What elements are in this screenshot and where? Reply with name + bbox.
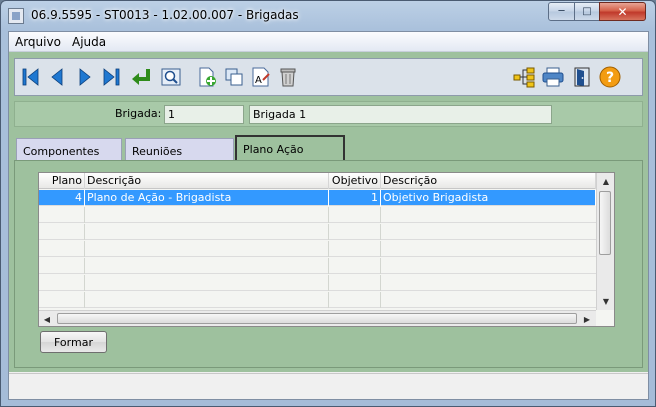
column-header-plano[interactable]: Plano [39,173,85,189]
column-header-descricao[interactable]: Descrição [85,173,329,189]
empty-cell [329,258,381,274]
table-row-empty[interactable] [39,207,596,223]
first-record-icon[interactable] [18,64,44,90]
previous-record-icon[interactable] [44,64,70,90]
window-title: 06.9.5595 - ST0013 - 1.02.00.007 - Briga… [31,8,299,22]
scroll-right-icon[interactable]: ▶ [579,311,595,326]
tree-icon[interactable] [511,64,537,90]
scroll-up-icon[interactable]: ▲ [598,173,614,189]
empty-cell [85,275,329,291]
svg-text:A: A [255,75,262,86]
copy-icon[interactable] [221,64,247,90]
enter-icon[interactable] [128,64,154,90]
plano-acao-grid[interactable]: Plano Descrição Objetivo Descrição 4 Pla… [38,172,615,327]
client-area: Arquivo Ajuda A ? Brigada: 1 Brigada 1 C… [8,31,649,400]
empty-cell [329,241,381,257]
application-window: 06.9.5595 - ST0013 - 1.02.00.007 - Briga… [0,0,656,407]
cell-objetivo-descricao: Objetivo Brigadista [381,190,596,206]
cell-descricao: Plano de Ação - Brigadista [85,190,329,206]
horizontal-scrollbar[interactable]: ◀ ▶ [39,310,596,326]
vertical-scrollbar[interactable]: ▲ ▼ [596,173,614,310]
search-icon[interactable] [158,64,184,90]
scroll-down-icon[interactable]: ▼ [598,293,614,309]
empty-cell [39,292,85,308]
vertical-scroll-thumb[interactable] [599,191,611,255]
minimize-button[interactable]: ─ [548,2,575,21]
empty-cell [85,207,329,223]
delete-icon[interactable] [275,64,301,90]
new-record-icon[interactable] [194,64,220,90]
empty-cell [329,292,381,308]
horizontal-scroll-thumb[interactable] [57,313,577,324]
menu-arquivo[interactable]: Arquivo [15,35,61,49]
empty-cell [85,241,329,257]
table-row-empty[interactable] [39,258,596,274]
column-header-objetivo[interactable]: Objetivo [329,173,381,189]
empty-cell [329,207,381,223]
brigada-label: Brigada: [115,107,162,120]
menu-ajuda[interactable]: Ajuda [72,35,106,49]
menu-bar: Arquivo Ajuda [9,32,648,52]
tab-content: Plano Descrição Objetivo Descrição 4 Pla… [14,160,643,368]
tab-reunioes[interactable]: Reuniões [125,138,234,160]
print-icon[interactable] [540,64,566,90]
empty-cell [39,207,85,223]
table-row-empty[interactable] [39,292,596,308]
formar-button-label: Formar [54,335,93,349]
formar-button[interactable]: Formar [40,331,107,353]
cell-plano: 4 [39,190,85,206]
empty-cell [329,275,381,291]
empty-cell [85,224,329,240]
grid-header: Plano Descrição Objetivo Descrição [39,173,596,189]
empty-cell [39,258,85,274]
table-row-empty[interactable] [39,241,596,257]
maximize-icon: □ [582,6,592,17]
close-icon: ✕ [617,4,628,19]
brigada-name-field[interactable]: Brigada 1 [249,105,552,124]
app-icon[interactable] [8,8,24,24]
close-button[interactable]: ✕ [599,2,646,21]
empty-cell [329,224,381,240]
tab-componentes[interactable]: Componentes [16,138,122,160]
column-header-objetivo-descricao[interactable]: Descrição [381,173,596,189]
empty-cell [39,224,85,240]
table-row[interactable]: 4 Plano de Ação - Brigadista 1 Objetivo … [39,190,596,206]
toolbar: A ? [14,58,643,96]
empty-cell [85,258,329,274]
help-icon[interactable]: ? [597,64,623,90]
empty-cell [39,241,85,257]
brigada-code-field[interactable]: 1 [164,105,244,124]
main-panel: A ? Brigada: 1 Brigada 1 Componentes Reu… [9,52,648,372]
maximize-button[interactable]: □ [574,2,600,21]
edit-icon[interactable]: A [248,64,274,90]
empty-cell [39,275,85,291]
last-record-icon[interactable] [98,64,124,90]
title-bar[interactable]: 06.9.5595 - ST0013 - 1.02.00.007 - Briga… [1,1,655,31]
next-record-icon[interactable] [72,64,98,90]
cell-objetivo: 1 [329,190,381,206]
empty-cell [85,292,329,308]
exit-door-icon[interactable] [569,64,595,90]
table-row-empty[interactable] [39,224,596,240]
minimize-icon: ─ [558,6,565,17]
help-glyph: ? [606,70,614,86]
tab-plano-acao[interactable]: Plano Ação [235,135,345,162]
table-row-empty[interactable] [39,275,596,291]
scroll-left-icon[interactable]: ◀ [39,311,55,326]
status-bar [9,373,648,399]
brigada-panel: Brigada: 1 Brigada 1 [14,101,643,127]
